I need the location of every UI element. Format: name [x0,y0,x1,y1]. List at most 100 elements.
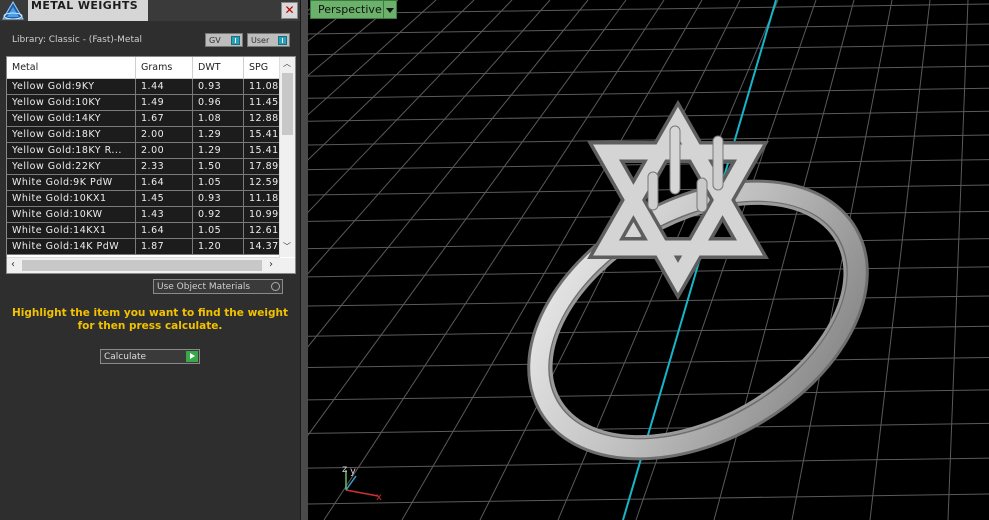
cell-grams: 2.00 [135,126,193,143]
cell-spg: 12.61 [243,222,283,239]
close-icon: ✕ [284,3,295,17]
cell-dwt: 1.05 [192,174,244,191]
metal-table: Metal Grams DWT SPG Yellow Gold:9KY 1.44 0… [6,56,296,274]
table-row[interactable]: Yellow Gold:22KY 2.33 1.50 17.89 [7,158,283,175]
table-row[interactable]: Yellow Gold:10KY 1.49 0.96 11.45 [7,94,283,111]
grid-line [308,493,989,505]
scroll-down-icon[interactable]: ﹀ [283,241,291,252]
cell-metal: Yellow Gold:18KY [7,126,136,143]
cell-grams: 1.64 [135,174,193,191]
grid-line [713,0,855,520]
user-toggle-label: User [251,36,270,45]
cell-grams: 1.64 [135,222,193,239]
grid-line [308,3,989,15]
table-row[interactable]: White Gold:9K PdW 1.64 1.05 12.59 [7,174,283,191]
user-toggle[interactable]: User [247,33,290,47]
cell-spg: 11.18 [243,190,283,207]
cell-dwt: 0.96 [192,94,244,111]
gv-toggle-label: GV [209,36,221,45]
column-header-grams[interactable]: Grams [135,57,193,79]
cell-metal: Yellow Gold:10KY [7,94,136,111]
scroll-left-icon[interactable]: ‹ [11,259,15,270]
cell-grams: 1.49 [135,94,193,111]
cell-metal: White Gold:14K PdW [7,238,136,255]
cell-spg: 14.37 [243,238,283,255]
panel-titlebar: METAL WEIGHTS ✕ [0,0,300,21]
calculate-button[interactable]: Calculate [100,349,200,364]
grid-line [308,325,989,337]
cell-dwt: 0.93 [192,78,244,95]
grid-line [869,0,931,520]
cell-grams: 1.44 [135,78,193,95]
close-button[interactable]: ✕ [281,2,298,19]
column-header-metal[interactable]: Metal [7,57,136,79]
scroll-right-icon[interactable]: › [269,259,273,270]
cell-spg: 15.41 [243,142,283,159]
cell-dwt: 0.93 [192,190,244,207]
cell-spg: 10.99 [243,206,283,223]
table-row[interactable]: Yellow Gold:9KY 1.44 0.93 11.08 [7,78,283,95]
app-logo-icon [2,1,24,20]
axis-label-y: y [350,466,356,477]
ring-model [527,99,869,461]
chevron-down-icon[interactable] [383,0,397,19]
cell-dwt: 1.29 [192,142,244,159]
cell-dwt: 1.20 [192,238,244,255]
table-row[interactable]: Yellow Gold:14KY 1.67 1.08 12.88 [7,110,283,127]
table-row[interactable]: White Gold:10KW 1.43 0.92 10.99 [7,206,283,223]
cell-dwt: 1.29 [192,126,244,143]
toggle-icon [278,36,287,45]
cell-metal: Yellow Gold:22KY [7,158,136,175]
cell-metal: White Gold:9K PdW [7,174,136,191]
panel-splitter[interactable] [301,0,308,520]
vertical-scroll-thumb[interactable] [282,73,293,135]
vertical-scrollbar[interactable]: ︿ ﹀ [279,57,295,257]
cell-metal: White Gold:10KX1 [7,190,136,207]
axis-label-z: z [342,464,347,475]
grid-line [308,0,475,161]
cell-grams: 2.00 [135,142,193,159]
table-row[interactable]: White Gold:14K PdW 1.87 1.20 14.37 [7,238,283,255]
use-object-materials-label: Use Object Materials [157,282,251,292]
scroll-up-icon[interactable]: ︿ [283,58,291,69]
cell-dwt: 1.05 [192,222,244,239]
viewport-scene: z y x [308,0,989,520]
grid-line [308,389,989,401]
table-row[interactable]: Yellow Gold:18KY R... 2.00 1.29 15.41 [7,142,283,159]
cell-grams: 1.43 [135,206,193,223]
library-label: Library: Classic - (Fast)-Metal [12,35,143,45]
horizontal-scrollbar[interactable]: ‹ › [7,257,280,273]
cell-grams: 1.67 [135,110,193,127]
horizontal-scroll-thumb[interactable] [22,260,262,271]
table-row[interactable]: White Gold:14KX1 1.64 1.05 12.61 [7,222,283,239]
cell-grams: 1.45 [135,190,193,207]
toggle-icon [231,36,240,45]
table-row[interactable]: Yellow Gold:18KY 2.00 1.29 15.41 [7,126,283,143]
view-mode-button[interactable]: Perspective [310,0,391,19]
grid-line [308,87,989,99]
metal-weights-panel: METAL WEIGHTS ✕ Library: Classic - (Fast… [0,0,301,520]
use-object-materials-checkbox[interactable]: Use Object Materials [153,279,283,294]
3d-viewport[interactable]: z y x Perspective [308,0,989,520]
axis-label-x: x [376,492,382,503]
table-header-row: Metal Grams DWT SPG [7,57,283,79]
cell-metal: Yellow Gold:18KY R... [7,142,136,159]
grid-line [791,0,893,520]
gv-toggle[interactable]: GV [205,33,243,47]
column-header-spg[interactable]: SPG [243,57,283,79]
panel-title: METAL WEIGHTS [31,0,139,12]
grid-line [308,110,989,122]
cell-metal: White Gold:10KW [7,206,136,223]
column-header-dwt[interactable]: DWT [192,57,244,79]
grid-line [308,0,551,275]
grid-line [308,0,361,42]
grid-line [308,357,989,369]
table-row[interactable]: White Gold:10KX1 1.45 0.93 11.18 [7,190,283,207]
cell-dwt: 1.08 [192,110,244,127]
cell-dwt: 1.50 [192,158,244,175]
cell-spg: 17.89 [243,158,283,175]
checkbox-icon [271,282,280,291]
grid-line [308,0,399,77]
cell-spg: 11.08 [243,78,283,95]
cell-dwt: 0.92 [192,206,244,223]
